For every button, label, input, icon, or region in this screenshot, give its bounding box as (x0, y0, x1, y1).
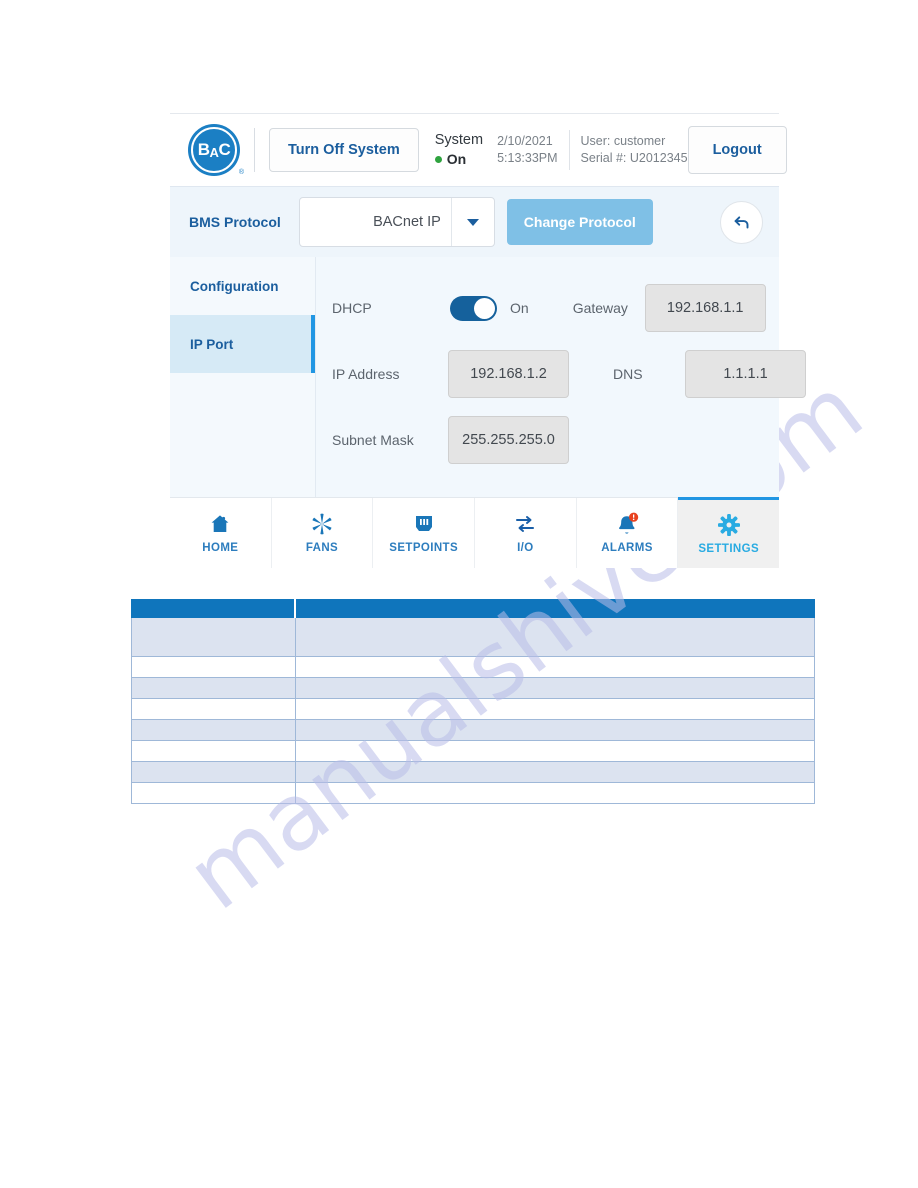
tab-label: I/O (517, 542, 534, 554)
system-state: On (434, 150, 483, 169)
tab-label: ALARMS (601, 542, 653, 554)
specification-table (131, 599, 815, 804)
form-row-ip-dns: IP Address 192.168.1.2 DNS 1.1.1.1 (316, 341, 806, 407)
table-cell (131, 677, 296, 699)
system-state-label: On (446, 151, 467, 168)
table-cell (131, 782, 296, 804)
bms-protocol-label: BMS Protocol (189, 214, 281, 230)
status-dot-icon (434, 156, 442, 164)
table-row (131, 719, 815, 741)
time-text: 5:13:33PM (497, 151, 558, 165)
date-text: 2/10/2021 (497, 133, 553, 148)
tab-io[interactable]: I/O (475, 498, 577, 568)
table-cell (294, 677, 815, 699)
tab-label: HOME (202, 542, 239, 554)
arrows-exchange-icon (513, 512, 537, 536)
bms-protocol-dropdown[interactable]: BACnet IP (298, 197, 495, 247)
table-cell (294, 761, 815, 783)
settings-body: Configuration IP Port DHCP On Gateway 19… (170, 257, 806, 497)
bottom-navigation: HOME FANS SETPOINTS I/O ALARMS SETTINGS (170, 497, 780, 568)
dhcp-label: DHCP (332, 300, 372, 316)
table-cell (131, 740, 296, 762)
subnet-mask-field[interactable]: 255.255.255.0 (448, 416, 569, 464)
settings-sidebar: Configuration IP Port (170, 257, 316, 497)
table-row (131, 761, 815, 783)
tab-label: SETPOINTS (389, 542, 459, 554)
table-cell (294, 617, 815, 657)
tab-label: FANS (305, 542, 339, 554)
undo-arrow-icon[interactable] (720, 200, 763, 244)
form-row-subnet: Subnet Mask 255.255.255.0 (316, 407, 806, 473)
header-divider-1 (254, 128, 255, 172)
table-body (131, 599, 815, 804)
dhcp-toggle[interactable] (450, 295, 497, 321)
ip-address-field[interactable]: 192.168.1.2 (448, 350, 569, 398)
table-cell (131, 719, 296, 741)
table-cell (131, 617, 296, 657)
dns-field[interactable]: 1.1.1.1 (685, 350, 806, 398)
home-icon (208, 512, 232, 536)
bac-logo: BAC ® (188, 124, 244, 176)
ip-port-form: DHCP On Gateway 192.168.1.1 IP Address 1… (316, 257, 806, 497)
bell-alert-icon (614, 512, 640, 536)
chevron-down-icon[interactable] (450, 198, 494, 246)
logout-button[interactable]: Logout (687, 126, 787, 174)
tab-fans[interactable]: FANS (272, 498, 374, 568)
ip-address-label: IP Address (332, 366, 400, 382)
table-cell (294, 782, 815, 804)
tab-alarms[interactable]: ALARMS (577, 498, 679, 568)
header-divider-2 (568, 130, 570, 170)
subnet-mask-label: Subnet Mask (332, 432, 414, 448)
change-protocol-button[interactable]: Change Protocol (506, 199, 653, 245)
datetime-block: 2/10/2021 5:13:33PM (497, 133, 557, 168)
table-cell (294, 656, 815, 678)
bac-logo-text: BAC (197, 140, 231, 160)
fan-icon (310, 512, 334, 536)
table-header-row (131, 599, 815, 618)
sidebar-item-label: Configuration (190, 278, 279, 294)
table-cell (294, 719, 815, 741)
user-text: User: customer (580, 133, 666, 148)
tab-label: SETTINGS (698, 543, 760, 555)
registered-mark: ® (238, 169, 244, 176)
table-cell (131, 761, 296, 783)
turn-off-system-button[interactable]: Turn Off System (269, 128, 419, 172)
system-label: System (434, 131, 484, 148)
table-row (131, 698, 815, 720)
table-row (131, 617, 815, 657)
tab-home[interactable]: HOME (170, 498, 272, 568)
tab-setpoints[interactable]: SETPOINTS (373, 498, 476, 568)
gateway-field[interactable]: 192.168.1.1 (644, 284, 766, 332)
sidebar-item-ip-port[interactable]: IP Port (170, 315, 315, 373)
table-header-cell-2 (294, 599, 815, 618)
sliders-icon (412, 512, 436, 536)
dns-label: DNS (613, 366, 643, 382)
bms-protocol-bar: BMS Protocol BACnet IP Change Protocol (170, 186, 779, 257)
table-cell (294, 740, 815, 762)
table-cell (131, 698, 296, 720)
gear-icon (717, 513, 741, 537)
table-row (131, 677, 815, 699)
table-cell (294, 698, 815, 720)
sidebar-item-label: IP Port (190, 336, 234, 352)
table-row (131, 740, 815, 762)
controller-screenshot-panel: BAC ® Turn Off System System On 2/10/202… (170, 113, 806, 568)
gateway-label: Gateway (572, 300, 628, 316)
table-row (131, 656, 815, 678)
dhcp-state-label: On (510, 300, 529, 316)
app-header: BAC ® Turn Off System System On 2/10/202… (170, 113, 787, 186)
table-row (131, 782, 815, 804)
user-info-block: User: customer Serial #: U2012345 (581, 133, 688, 168)
table-cell (131, 656, 296, 678)
form-row-dhcp-gateway: DHCP On Gateway 192.168.1.1 (316, 275, 806, 341)
tab-settings[interactable]: SETTINGS (678, 497, 780, 568)
system-status-block: System On (434, 131, 484, 169)
serial-text: Serial #: U2012345 (580, 151, 688, 165)
bms-protocol-value: BACnet IP (373, 214, 441, 230)
sidebar-item-configuration[interactable]: Configuration (170, 257, 315, 315)
table-header-cell-1 (131, 599, 296, 618)
